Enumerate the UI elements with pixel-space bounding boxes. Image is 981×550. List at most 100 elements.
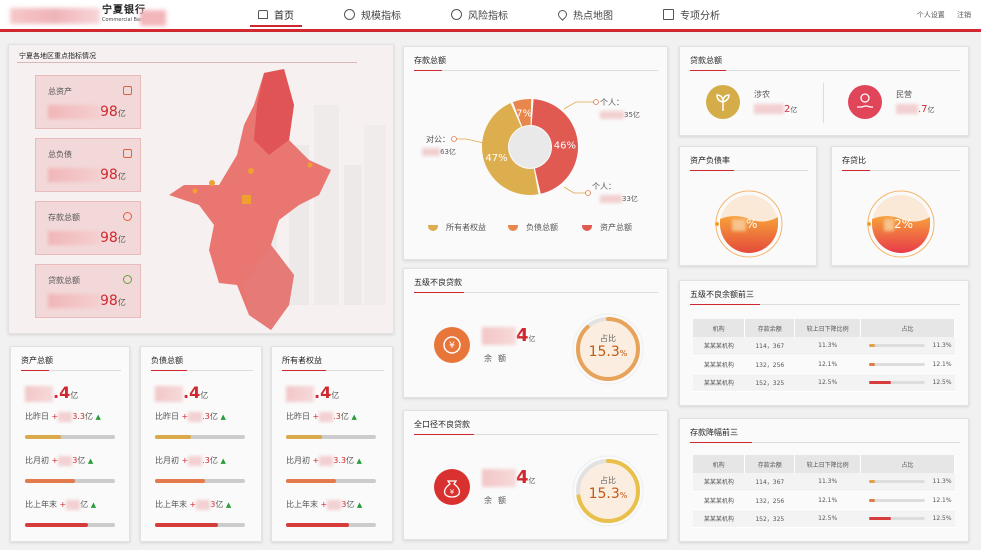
table-row[interactable]: 某某某机构 114，367 11.3% 11.3% (693, 337, 955, 356)
legend-swatch (582, 224, 592, 231)
logout-link[interactable]: 注销 (957, 11, 971, 19)
balance-cell: 132，256 (744, 491, 795, 510)
card-unit: 亿 (117, 298, 126, 307)
table-row[interactable]: 某某某机构 114，367 11.3% 11.3% (693, 473, 955, 492)
share-text: 11.3% (932, 342, 952, 350)
clock-icon (344, 9, 355, 20)
legend-liabilities[interactable]: 负债总额 (508, 222, 558, 233)
map-card-total-deposits[interactable]: 存款总额 98亿 (35, 201, 141, 255)
risk-icon (451, 9, 462, 20)
up-arrow-icon: ▲ (220, 457, 226, 465)
panel-title: 资产总额 (21, 356, 53, 365)
legend-assets[interactable]: 资产总额 (582, 222, 632, 233)
stat-comparison-row: 比月初 +3亿 ▲ (25, 455, 93, 466)
ratio-cell: 11.3% (794, 337, 861, 356)
table-header-cell[interactable]: 机构 (693, 319, 746, 337)
table-header-cell[interactable]: 存款余额 (744, 319, 796, 337)
table-header-cell[interactable]: 占比 (860, 455, 955, 473)
stat-card[interactable]: 资产总额 .4亿 比昨日 +3.3亿 ▲ 比月初 +3亿 ▲ 比上年末 + 亿 ▲ (10, 346, 130, 542)
up-arrow-icon: ▲ (87, 457, 94, 465)
legend-equity[interactable]: 所有者权益 (428, 222, 486, 233)
npl-balance-text: 4 (516, 325, 529, 346)
comparison-progress-bar (155, 523, 245, 527)
card-unit: 亿 (117, 172, 126, 181)
masked-value (155, 385, 183, 402)
comparison-unit: 亿 (215, 500, 224, 509)
liquid-gauge[interactable] (832, 147, 970, 267)
personal-top-label-text: 个人： (600, 98, 624, 107)
stat-comparison-row: 比昨日 + .3亿 ▲ (155, 411, 226, 422)
comparison-sign: + (51, 412, 59, 421)
masked-value (319, 455, 334, 466)
title-divider (474, 434, 658, 435)
share-bar (868, 362, 925, 366)
table-header-cell[interactable]: 机构 (693, 455, 746, 473)
progress-fill (25, 523, 88, 527)
comparison-number: 3.3 (333, 456, 346, 465)
progress-fill (286, 523, 349, 527)
nav-home[interactable]: 首页 (250, 0, 302, 29)
leader-dot (593, 99, 599, 105)
share-bar (868, 344, 925, 348)
leader-dot (451, 136, 457, 142)
home-icon (123, 86, 132, 95)
user-settings-link[interactable]: 个人设置 (917, 11, 945, 19)
user-links: 个人设置 注销 (907, 10, 971, 20)
map-card-total-assets[interactable]: 总资产 98亿 (35, 75, 141, 129)
table-row[interactable]: 某某某机构 152，325 12.5% 12.5% (693, 373, 955, 392)
divider (823, 83, 824, 123)
svg-text:¥: ¥ (450, 488, 455, 496)
stat-comparison-row: 比昨日 +3.3亿 ▲ (25, 411, 101, 422)
stat-card[interactable]: 负债总额 .4亿 比昨日 + .3亿 ▲ 比月初 + .3亿 ▲ 比上年末 +3亿 … (140, 346, 262, 542)
table-header-cell[interactable]: 存款余额 (744, 455, 796, 473)
nav-home-label: 首页 (274, 11, 294, 22)
progress-fill (155, 523, 218, 527)
share-bar (868, 480, 925, 484)
leader-line (563, 101, 596, 110)
donut-slice-label: 46% (554, 140, 576, 151)
personal-top-value-text: 35亿 (624, 111, 640, 119)
private-loan-value-text: .7 (918, 104, 928, 115)
nav-risk[interactable]: 风险指标 (443, 0, 516, 29)
sprout-icon-glyph (716, 94, 730, 111)
comparison-progress-bar (25, 435, 115, 439)
share-cell: 12.5% (860, 373, 955, 392)
table-row[interactable]: 某某某机构 132，256 12.1% 12.1% (693, 355, 955, 374)
comparison-value: +3 (190, 499, 215, 510)
card-label: 总资产 (48, 87, 72, 96)
deposit-decline-top3-table: 机构 存款余额 较上日下降比例 占比 某某某机构 114，367 11.3% 11.3… (693, 455, 955, 528)
nav-scale[interactable]: 规模指标 (336, 0, 409, 29)
npl-balance-label: 余额 (484, 496, 512, 505)
nav-analysis[interactable]: 专项分析 (655, 0, 728, 29)
ratio-cell: 12.1% (794, 491, 861, 510)
table-header-cell[interactable]: 占比 (860, 319, 955, 337)
map-card-total-liabilities[interactable]: 总负债 98亿 (35, 138, 141, 192)
share-text: 11.3% (932, 478, 952, 486)
share-bar (868, 516, 925, 520)
bank-logo[interactable]: 宁夏银行 Commercial Bank (10, 6, 166, 26)
nav-map[interactable]: 热点地图 (550, 0, 621, 29)
map-card-total-loans[interactable]: 贷款总额 98亿 (35, 264, 141, 318)
masked-value (286, 385, 314, 402)
comparison-progress-bar (155, 435, 245, 439)
table-header-cell[interactable]: 较上日下降比例 (794, 319, 862, 337)
comparison-label: 比上年末 (25, 500, 57, 509)
progress-fill (25, 479, 75, 483)
share-value: 15.3% (568, 344, 648, 360)
share-cell: 11.3% (860, 473, 955, 492)
masked-value (732, 218, 746, 231)
table-row[interactable]: 某某某机构 132，256 12.1% 12.1% (693, 491, 955, 510)
stat-unit: 亿 (331, 391, 340, 400)
title-accent (151, 370, 187, 371)
stat-card[interactable]: 所有者权益 .4亿 比昨日 + .3亿 ▲ 比月初 +3.3亿 ▲ 比上年末 +3… (271, 346, 393, 542)
table-header-cell[interactable]: 较上日下降比例 (794, 455, 862, 473)
masked-value (754, 104, 784, 114)
share-label: 占比 (600, 476, 616, 485)
table-row[interactable]: 某某某机构 152，325 12.5% 12.5% (693, 509, 955, 528)
comparison-sign: + (51, 456, 59, 465)
share-bar-fill (868, 516, 891, 520)
agri-loan-unit: 亿 (790, 106, 798, 114)
liquid-gauge[interactable] (680, 147, 818, 267)
hand-coin-icon-glyph (857, 93, 873, 108)
stat-comparison-row: 比昨日 + .3亿 ▲ (286, 411, 357, 422)
